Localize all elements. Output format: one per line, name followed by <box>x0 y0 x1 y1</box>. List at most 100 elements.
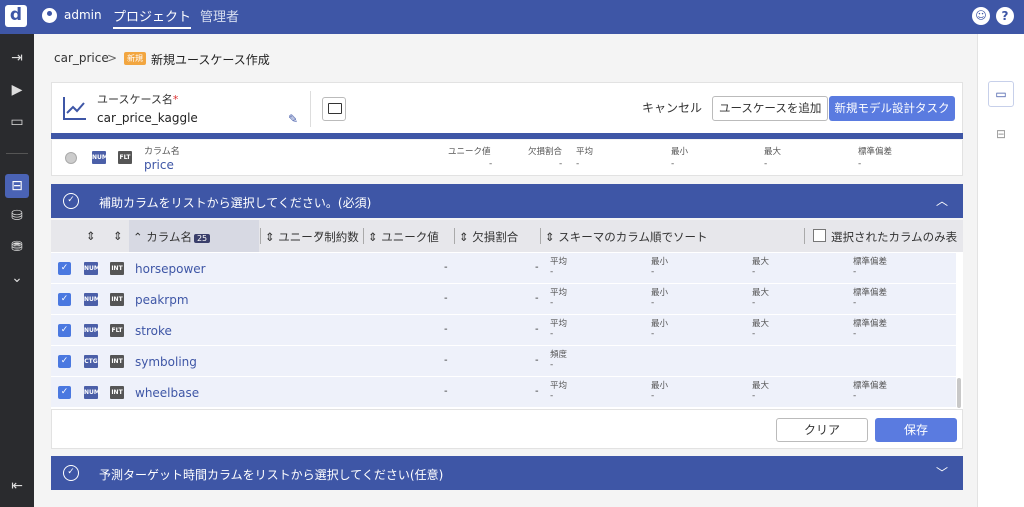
stat-label: 最大 <box>752 381 770 391</box>
stat-label-unique: ユニーク値 <box>448 147 491 157</box>
help-icon[interactable]: ? <box>996 7 1014 25</box>
right-sidebar: ▭ ⊟ <box>977 34 1024 507</box>
table-row[interactable]: ✓ CTG INT symboling - - 頻度 - <box>51 346 956 377</box>
stat-value: - <box>752 329 756 339</box>
breadcrumb-project[interactable]: car_price <box>54 51 109 65</box>
stat-value: - <box>853 298 857 308</box>
column-name[interactable]: symboling <box>135 355 197 369</box>
logout-icon[interactable]: ⇤ <box>5 474 29 498</box>
chevron-up-icon[interactable]: ︿ <box>936 192 948 209</box>
stat-value: - <box>550 267 554 277</box>
column-name[interactable]: stroke <box>135 324 172 338</box>
table-row[interactable]: ✓ NUM INT wheelbase - - 平均 - 最小 - 最大 - 標準偏差 - <box>51 377 956 408</box>
clear-button[interactable]: クリア <box>776 418 868 442</box>
stat-value-max: - <box>764 159 768 169</box>
type-badge: NUM <box>84 324 100 337</box>
stat-value: - <box>853 267 857 277</box>
stat-label-missing: 欠損割合 <box>528 147 563 157</box>
column-name[interactable]: peakrpm <box>135 293 189 307</box>
stat-value: - <box>651 391 655 401</box>
row-checkbox[interactable]: ✓ <box>58 386 71 399</box>
nav-project-tab[interactable]: プロジェクト <box>113 6 192 29</box>
missing-value: - <box>535 262 539 273</box>
unique-header[interactable]: ⇕ ユニーク値 <box>368 229 439 245</box>
chevron-down-icon[interactable]: ﹀ <box>936 464 948 481</box>
folder-icon[interactable]: ▭ <box>5 110 29 134</box>
stat-label: 標準偏差 <box>853 257 888 267</box>
unique-value: - <box>444 386 448 397</box>
time-column-section-header[interactable]: ✓ 予測ターゲット時間カラムをリストから選択してください(任意) ﹀ <box>51 456 963 490</box>
database-icon[interactable]: ⛁ <box>5 204 29 228</box>
target-column-label: カラム名 <box>144 147 180 157</box>
folder-panel-icon[interactable]: ▭ <box>988 81 1014 107</box>
chevron-down-icon[interactable]: ⌄ <box>5 266 29 290</box>
row-checkbox[interactable]: ✓ <box>58 293 71 306</box>
check-circle-icon: ✓ <box>63 193 79 209</box>
auxiliary-columns-section-header[interactable]: ✓ 補助カラムをリストから選択してください。(必須) ︿ <box>51 184 963 218</box>
table-row[interactable]: ✓ NUM INT peakrpm - - 平均 - 最小 - 最大 - 標準偏差 - <box>51 284 956 315</box>
target-radio[interactable] <box>65 152 77 164</box>
unique-value: - <box>444 262 448 273</box>
database-settings-icon[interactable]: ⛃ <box>5 235 29 259</box>
inbox-panel-icon[interactable]: ⊟ <box>988 121 1014 147</box>
usecase-name-value[interactable]: car_price_kaggle <box>97 111 198 125</box>
table-row[interactable]: ✓ NUM FLT stroke - - 平均 - 最小 - 最大 - 標準偏差 - <box>51 315 956 346</box>
add-usecase-button[interactable]: ユースケースを追加 <box>712 96 829 121</box>
edit-pencil-icon[interactable]: ✎ <box>288 112 298 126</box>
header-separator <box>804 228 805 244</box>
comment-button[interactable] <box>322 97 346 121</box>
list-scrollbar[interactable] <box>957 378 961 408</box>
breadcrumb-chevron-icon: > <box>107 51 118 65</box>
column-name-header[interactable]: ⌃ カラム名 25 <box>133 229 211 245</box>
subtype-badge: INT <box>110 386 124 399</box>
save-button[interactable]: 保存 <box>875 418 957 442</box>
sort-icon[interactable]: ⇕ <box>86 229 96 243</box>
missing-header[interactable]: ⇕ 欠損割合 <box>459 229 518 245</box>
stat-label-min: 最小 <box>671 147 689 157</box>
column-name[interactable]: horsepower <box>135 262 206 276</box>
left-sidebar: ⇥ ▶ ▭ ⊟ ⛁ ⛃ ⌄ ⇤ <box>0 34 34 507</box>
required-marker: * <box>172 93 179 106</box>
user-name[interactable]: admin <box>64 8 102 22</box>
unique-limit-header[interactable]: ⇕ ユニーク制約数 <box>265 229 359 245</box>
run-icon[interactable]: ▶ <box>5 78 29 102</box>
header-separator <box>540 228 541 244</box>
stat-value-std: - <box>858 159 862 169</box>
only-selected-checkbox[interactable] <box>813 229 826 242</box>
stat-label: 最大 <box>752 288 770 298</box>
stat-label-std: 標準偏差 <box>858 147 893 157</box>
stat-value-missing: - <box>559 159 563 169</box>
user-avatar-icon[interactable] <box>42 8 57 23</box>
header-divider <box>310 91 311 127</box>
sort-icon[interactable]: ⇕ <box>113 229 123 243</box>
column-name[interactable]: wheelbase <box>135 386 199 400</box>
target-column-value[interactable]: price <box>144 158 174 172</box>
missing-value: - <box>535 293 539 304</box>
row-checkbox[interactable]: ✓ <box>58 324 71 337</box>
table-row[interactable]: ✓ NUM INT horsepower - - 平均 - 最小 - 最大 - 標準偏差 - <box>51 253 956 284</box>
nav-admin-tab[interactable]: 管理者 <box>200 6 239 25</box>
column-count-badge: 25 <box>193 234 211 243</box>
row-checkbox[interactable]: ✓ <box>58 355 71 368</box>
missing-value: - <box>535 355 539 366</box>
collapse-sidebar-icon[interactable]: ⇥ <box>5 46 29 70</box>
inbox-icon[interactable]: ⊟ <box>5 174 29 198</box>
schema-sort-header[interactable]: ⇕ スキーマのカラム順でソート <box>545 229 707 245</box>
only-selected-label[interactable]: 選択されたカラムのみ表 <box>831 229 957 245</box>
stat-value: - <box>550 298 554 308</box>
cancel-button[interactable]: キャンセル <box>642 99 702 116</box>
num-type-badge: NUM <box>92 151 108 164</box>
unique-limit-text: ユニーク制約数 <box>278 230 359 244</box>
column-name-header-cell[interactable]: ⌃ カラム名 25 ▽ <box>129 220 323 252</box>
type-badge: NUM <box>84 293 100 306</box>
column-header-row: ⇕ ⇕ ⌃ カラム名 25 ▽ ⇕ ユニーク制約数 ⇕ ユニーク値 ⇕ 欠損割合 … <box>51 220 963 252</box>
usecase-label-text: ユースケース名 <box>97 93 173 106</box>
section-title: 予測ターゲット時間カラムをリストから選択してください(任意) <box>99 468 444 482</box>
row-checkbox[interactable]: ✓ <box>58 262 71 275</box>
sidebar-divider <box>6 153 28 154</box>
new-model-task-button[interactable]: 新規モデル設計タスク <box>829 96 955 121</box>
subtype-badge: INT <box>110 355 124 368</box>
assistant-icon[interactable]: ☺ <box>972 7 990 25</box>
stat-label: 最小 <box>651 319 669 329</box>
app-logo[interactable]: d <box>5 5 27 27</box>
